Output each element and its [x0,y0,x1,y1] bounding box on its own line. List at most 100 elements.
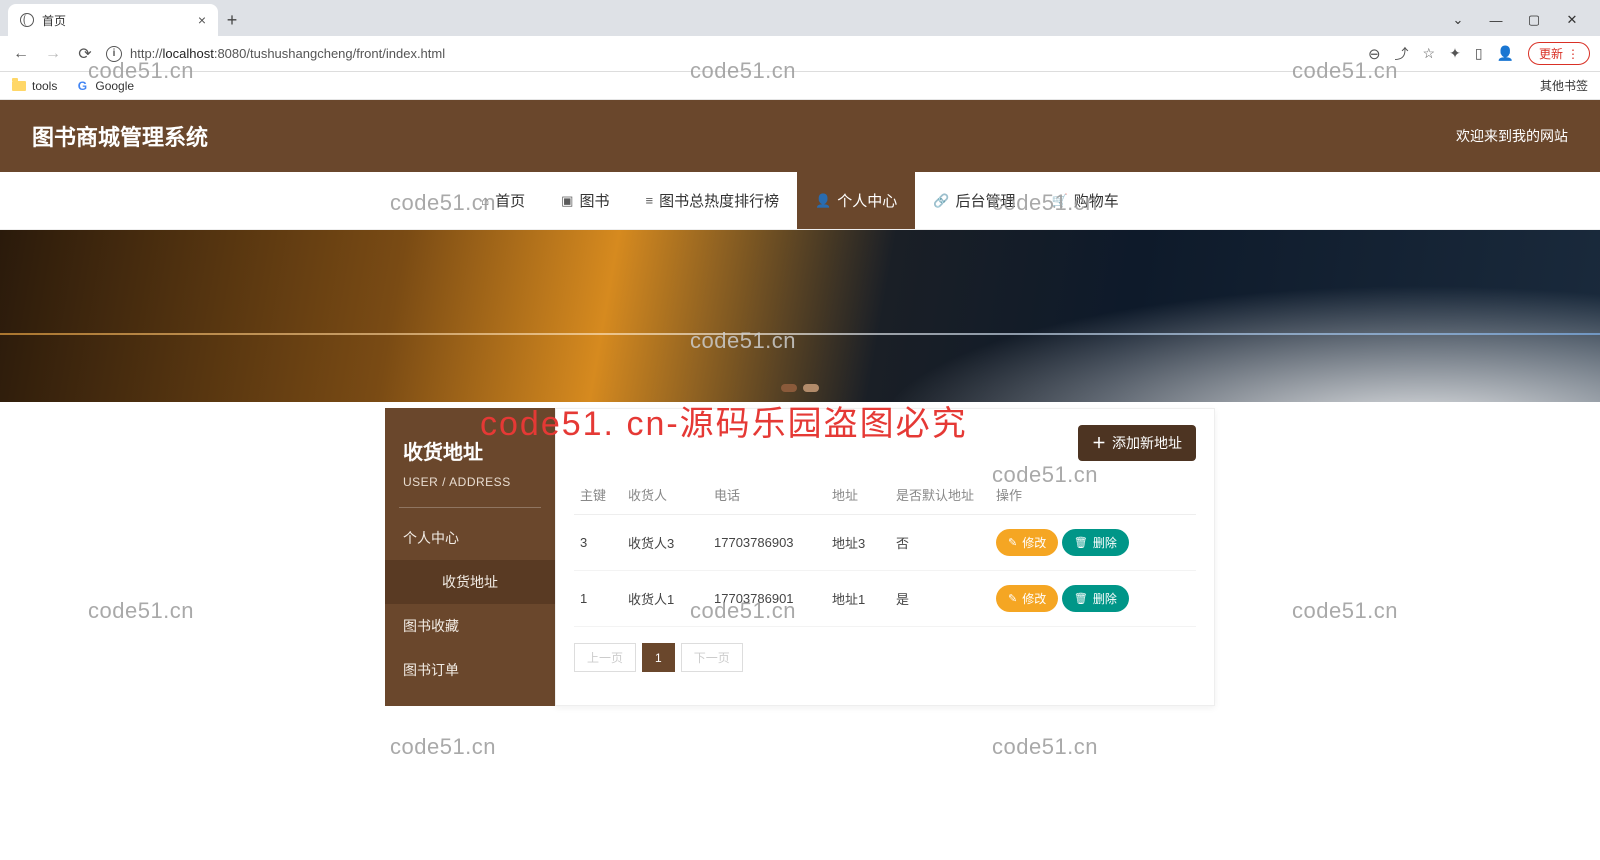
reload-icon[interactable]: ⟳ [74,44,96,64]
pencil-icon: ✎ [1008,536,1017,549]
sidebar-item-favorites[interactable]: 图书收藏 [385,604,555,648]
sidebar-item-user-center[interactable]: 个人中心 [385,516,555,560]
bookmark-tools[interactable]: tools [12,79,57,93]
url-host: localhost [163,46,214,61]
back-icon[interactable]: ← [10,45,32,63]
update-label: 更新 [1539,45,1563,62]
bookmark-other[interactable]: 其他书签 [1534,77,1588,94]
nav-cart[interactable]: 🛒购物车 [1034,172,1137,229]
sidebar: 收货地址 USER / ADDRESS 个人中心 收货地址 图书收藏 图书订单 [385,408,555,706]
new-tab-button[interactable]: + [218,10,246,31]
sidebar-divider [399,507,541,508]
cell-default: 是 [890,571,990,627]
cell-ops: ✎修改 🗑删除 [990,515,1196,571]
carousel-dot[interactable] [781,384,797,392]
forward-icon[interactable]: → [42,45,64,63]
cell-default: 否 [890,515,990,571]
cell-phone: 17703786903 [708,515,826,571]
watermark: code51.cn [390,734,496,760]
cell-name: 收货人3 [622,515,708,571]
sidebar-item-address[interactable]: 收货地址 [385,560,555,604]
kebab-icon: ⋮ [1567,47,1579,61]
hero-banner [0,230,1600,402]
google-icon: G [75,79,89,93]
share-icon[interactable]: ⤴ [1395,44,1409,64]
col-ops: 操作 [990,475,1196,515]
window-minimize-icon[interactable]: — [1486,13,1506,28]
table-row: 3收货人317703786903地址3否✎修改 🗑删除 [574,515,1196,571]
url-path: :8080/tushushangcheng/front/index.html [214,46,445,61]
nav-admin[interactable]: 🔗后台管理 [915,172,1033,229]
cart-icon: 🛒 [1052,193,1068,209]
address-table: 主键 收货人 电话 地址 是否默认地址 操作 3收货人317703786903地… [574,475,1196,627]
star-icon[interactable]: ☆ [1423,45,1436,62]
sidebar-subtitle: USER / ADDRESS [385,471,555,501]
nav-home[interactable]: ⌂首页 [463,172,543,229]
toolbar-right: ⊖ ⤴ ☆ ✦ ▯ 👤 更新 ⋮ [1368,42,1590,65]
window-maximize-icon[interactable]: ▢ [1524,12,1544,28]
trash-icon: 🗑 [1074,536,1088,549]
plus-icon: ＋ [1092,433,1106,453]
nav-ranking[interactable]: ≡图书总热度排行榜 [627,172,797,229]
table-header-row: 主键 收货人 电话 地址 是否默认地址 操作 [574,475,1196,515]
add-address-button[interactable]: ＋ 添加新地址 [1078,425,1196,461]
profile-icon[interactable]: 👤 [1497,45,1514,62]
pager-prev[interactable]: 上一页 [574,643,636,672]
cell-ops: ✎修改 🗑删除 [990,571,1196,627]
trash-icon: 🗑 [1074,592,1088,605]
cell-id: 1 [574,571,622,627]
browser-chrome: 首页 × + ⌄ — ▢ ✕ ← → ⟳ i http://localhost:… [0,0,1600,100]
col-addr: 地址 [826,475,890,515]
delete-button[interactable]: 🗑删除 [1062,529,1129,556]
sidebar-item-orders[interactable]: 图书订单 [385,648,555,692]
close-tab-icon[interactable]: × [198,12,206,28]
link-icon: 🔗 [933,193,949,209]
url-box[interactable]: i http://localhost:8080/tushushangcheng/… [106,46,1358,62]
main-nav: ⌂首页 ▣图书 ≡图书总热度排行榜 👤个人中心 🔗后台管理 🛒购物车 [0,172,1600,230]
address-bar: ← → ⟳ i http://localhost:8080/tushushang… [0,36,1600,72]
pencil-icon: ✎ [1008,592,1017,605]
globe-icon [20,13,34,27]
edit-button[interactable]: ✎修改 [996,529,1058,556]
col-phone: 电话 [708,475,826,515]
window-close-icon[interactable]: ✕ [1562,12,1582,28]
window-expand-icon[interactable]: ⌄ [1448,12,1468,28]
edit-button[interactable]: ✎修改 [996,585,1058,612]
browser-tab[interactable]: 首页 × [8,4,218,36]
extensions-icon[interactable]: ✦ [1449,45,1461,62]
update-button[interactable]: 更新 ⋮ [1528,42,1590,65]
list-icon: ≡ [645,193,653,208]
pager: 上一页 1 下一页 [574,643,1196,672]
pager-next[interactable]: 下一页 [681,643,743,672]
carousel-dot[interactable] [803,384,819,392]
nav-books[interactable]: ▣图书 [543,172,627,229]
home-icon: ⌂ [481,193,489,208]
cell-id: 3 [574,515,622,571]
window-controls: ⌄ — ▢ ✕ [1448,12,1592,28]
welcome-text: 欢迎来到我的网站 [1456,126,1568,146]
add-address-label: 添加新地址 [1112,433,1182,453]
pager-page-1[interactable]: 1 [642,643,675,672]
bookmark-google[interactable]: GGoogle [75,79,134,93]
url-text: http://localhost:8080/tushushangcheng/fr… [130,46,445,61]
tab-bar: 首页 × + ⌄ — ▢ ✕ [0,0,1600,36]
folder-icon [12,81,26,91]
user-icon: 👤 [815,193,831,209]
nav-user-center[interactable]: 👤个人中心 [797,172,915,229]
cell-addr: 地址3 [826,515,890,571]
content-area: 收货地址 USER / ADDRESS 个人中心 收货地址 图书收藏 图书订单 … [0,408,1600,706]
url-prefix: http:// [130,46,163,61]
bookmarks-bar: tools GGoogle 其他书签 [0,72,1600,100]
address-panel: ＋ 添加新地址 主键 收货人 电话 地址 是否默认地址 操作 3收货人31770… [555,408,1215,706]
site-info-icon[interactable]: i [106,46,122,62]
col-default: 是否默认地址 [890,475,990,515]
tab-title: 首页 [42,12,66,29]
delete-button[interactable]: 🗑删除 [1062,585,1129,612]
book-icon: ▣ [561,193,573,209]
zoom-icon[interactable]: ⊖ [1368,45,1381,63]
sidebar-title: 收货地址 [385,436,555,471]
sidepanel-icon[interactable]: ▯ [1475,45,1483,62]
site-header: 图书商城管理系统 欢迎来到我的网站 [0,100,1600,172]
col-id: 主键 [574,475,622,515]
carousel-dots[interactable] [781,384,819,392]
